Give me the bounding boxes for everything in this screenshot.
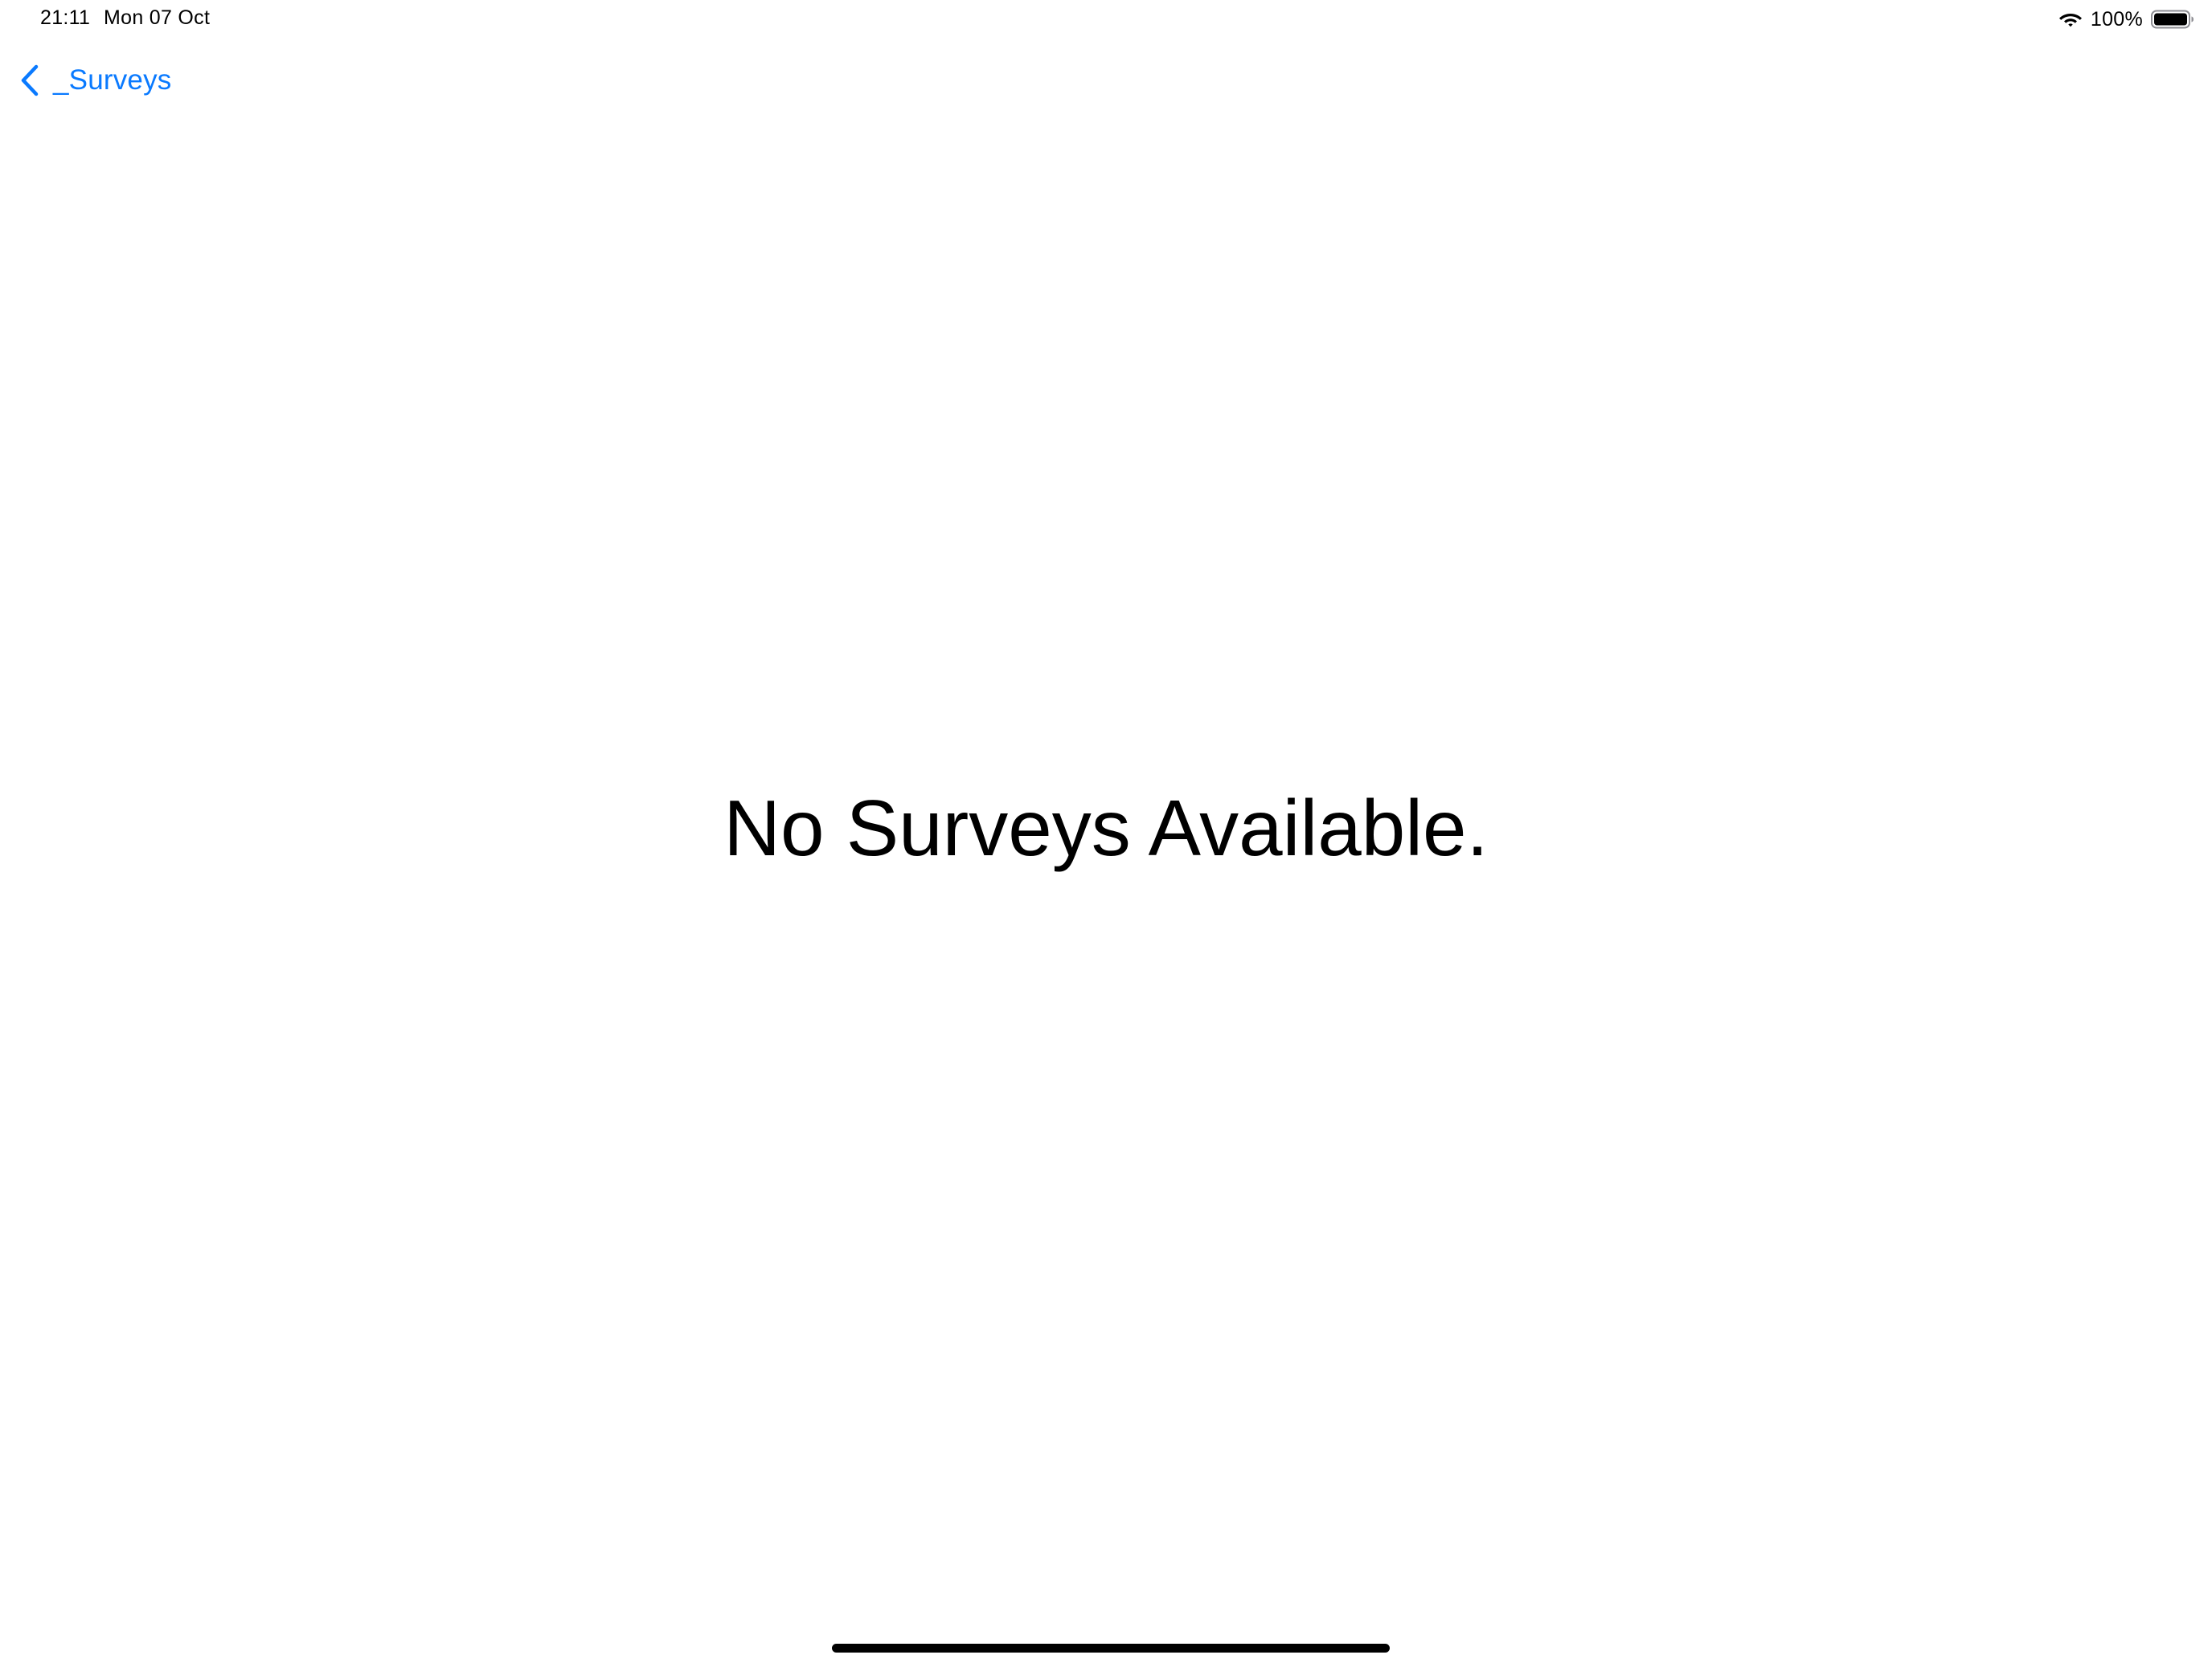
screen: 21:11 Mon 07 Oct 100% _Surveys No Survey… [0, 0, 2212, 1659]
battery-percent: 100% [2090, 7, 2143, 31]
battery-fill [2154, 13, 2187, 26]
wifi-icon [2058, 14, 2082, 27]
status-date: Mon 07 Oct [104, 6, 211, 29]
chevron-left-icon [21, 64, 39, 96]
navigation-bar: _Surveys [0, 48, 2212, 113]
home-indicator[interactable] [832, 1644, 1390, 1653]
status-bar: 21:11 Mon 07 Oct 100% [0, 0, 2212, 39]
back-button[interactable]: _Surveys [19, 55, 172, 106]
status-time: 21:11 [40, 6, 91, 29]
status-indicators: 100% [2058, 5, 2194, 34]
back-button-label: _Surveys [53, 64, 172, 96]
empty-state-message: No Surveys Available. [723, 784, 1489, 872]
battery-full-icon [2151, 10, 2194, 29]
